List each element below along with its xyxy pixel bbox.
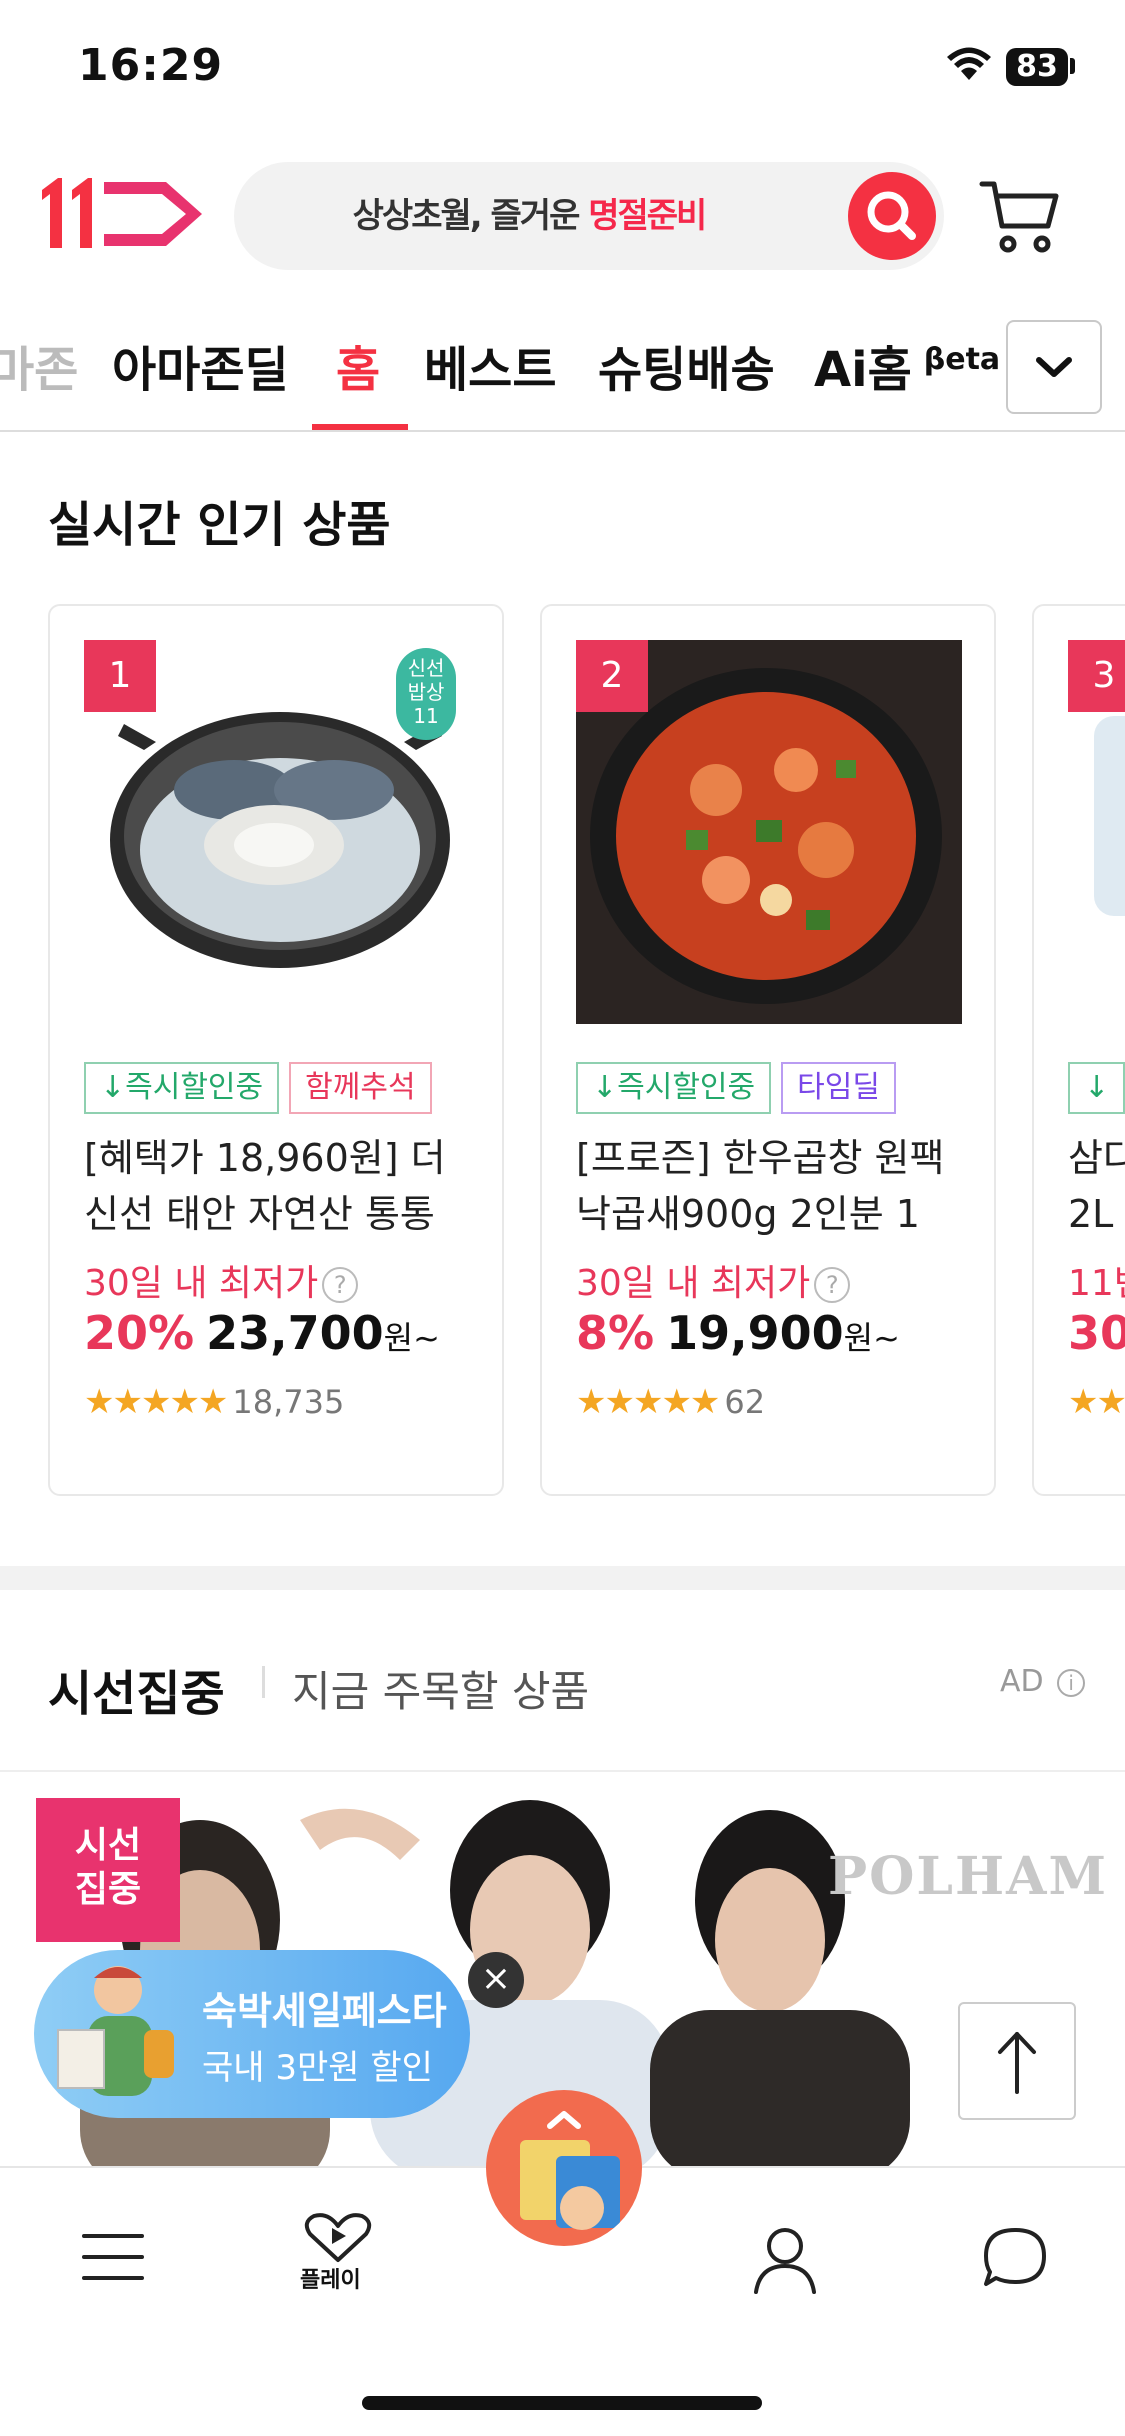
product-name[interactable]: [프로즌] 한우곱창 원팩 낙곱새900g 2인분 1 xyxy=(576,1130,972,1242)
product-rating: ★★★★★ 62 xyxy=(576,1382,765,1422)
section-line xyxy=(0,1770,1125,1772)
close-icon[interactable]: × xyxy=(468,1952,524,2008)
help-icon[interactable]: ? xyxy=(814,1267,851,1303)
search-icon xyxy=(867,191,916,240)
product-badges: ↓ xyxy=(1068,1062,1125,1114)
product-price: 8% 19,900원~ xyxy=(576,1306,900,1360)
review-count: 18,735 xyxy=(232,1383,345,1421)
recent-products-button[interactable] xyxy=(486,2090,642,2246)
search-placeholder[interactable]: 상상초월, 즐거운 명절준비 xyxy=(234,162,824,270)
product-badges: ↓즉시할인중 함께추석 xyxy=(84,1062,442,1114)
section-title-focus: 시선집중 xyxy=(48,1666,225,1722)
lowest-price-label: 30일 내 최저가? xyxy=(576,1254,851,1306)
status-time: 16:29 xyxy=(78,40,224,91)
price-value: 23,700 xyxy=(206,1306,384,1360)
section-subtitle: 지금 주목할 상품 xyxy=(292,1667,590,1716)
discount-rate: 20% xyxy=(84,1306,195,1360)
chevron-down-icon xyxy=(1036,357,1072,377)
instant-discount-badge: ↓즉시할인중 xyxy=(84,1062,280,1114)
title-separator xyxy=(262,1666,265,1698)
discount-rate: 30 xyxy=(1068,1306,1125,1360)
search-bar[interactable]: 상상초월, 즐거운 명절준비 xyxy=(234,162,944,270)
battery-tip xyxy=(1070,58,1075,74)
focus-tag-line2: 집중 xyxy=(74,1869,142,1910)
tab-best[interactable]: 베스트 xyxy=(424,330,556,400)
promo-badge: 함께추석 xyxy=(289,1062,432,1114)
tab-ai-home[interactable]: Ai홈 βeta xyxy=(814,330,1000,400)
cart-icon[interactable] xyxy=(978,178,1062,256)
category-tabs: 마존 아마존딜 홈 베스트 슈팅배송 Ai홈 βeta xyxy=(0,300,1125,432)
star-rating-icon: ★★★★★ xyxy=(576,1382,720,1422)
instant-discount-badge: ↓ xyxy=(1068,1062,1125,1114)
ad-text: AD xyxy=(1000,1664,1044,1699)
tab-amazon-partial[interactable]: 마존 xyxy=(0,330,78,400)
status-bar: 16:29 83 xyxy=(0,0,1125,140)
lowest-price-label: 11번 xyxy=(1068,1263,1125,1304)
tabs-edge xyxy=(1100,300,1125,430)
wifi-icon xyxy=(947,47,991,80)
product-badges: ↓즉시할인중 타임딜 xyxy=(576,1062,906,1114)
search-placeholder-text: 상상초월, 즐거운 xyxy=(352,196,589,236)
play-icon[interactable] xyxy=(298,2212,378,2264)
product-price: 20% 23,700원~ xyxy=(84,1306,440,1360)
section-title-popular: 실시간 인기 상품 xyxy=(48,497,391,553)
chat-icon[interactable] xyxy=(982,2224,1048,2290)
promo-title: 숙박세일페스타 xyxy=(202,1989,447,2033)
price-value: 19,900 xyxy=(666,1306,844,1360)
menu-icon[interactable] xyxy=(80,2224,146,2290)
price-unit: 원~ xyxy=(383,1319,440,1357)
tabs-expand-button[interactable] xyxy=(1006,320,1102,414)
timedeal-badge: 타임딜 xyxy=(781,1062,896,1114)
product-name[interactable]: [혜택가 18,960원] 더 신선 태안 자연산 통통 xyxy=(84,1130,480,1242)
help-icon[interactable]: ? xyxy=(322,1267,359,1303)
product-price: 30 xyxy=(1068,1306,1125,1360)
traveler-illustration xyxy=(57,1966,174,2096)
product-rating: ★★ xyxy=(1068,1382,1125,1422)
search-placeholder-highlight: 명절준비 xyxy=(588,196,707,236)
promo-subtitle: 국내 3만원 할인 xyxy=(202,2048,433,2088)
promo-floating-banner[interactable]: 숙박세일페스타 국내 3만원 할인 xyxy=(34,1950,470,2118)
lowest-price-text: 30일 내 최저가 xyxy=(576,1263,811,1304)
star-rating-icon: ★★★★★ xyxy=(84,1382,228,1422)
product-rating: ★★★★★ 18,735 xyxy=(84,1382,344,1422)
product-card[interactable]: 2 ↓즉시할인중 타임딜 [프로즌] 한우곱창 원팩 낙곱새900g 2인분 1 … xyxy=(540,604,996,1496)
rank-badge: 1 xyxy=(84,640,156,712)
chevron-up-icon xyxy=(520,2111,620,2230)
tab-shooting-delivery[interactable]: 슈팅배송 xyxy=(598,330,775,400)
tab-ai-home-label: Ai홈 xyxy=(814,342,912,398)
lowest-price-label: 30일 내 최저가? xyxy=(84,1254,359,1306)
star-rating-icon: ★★ xyxy=(1068,1382,1125,1422)
active-tab-indicator xyxy=(312,424,408,430)
scroll-top-button[interactable] xyxy=(958,2002,1076,2120)
lowest-price-text: 30일 내 최저가 xyxy=(84,1263,319,1304)
focus-tag: 시선 집중 xyxy=(36,1798,180,1942)
product-name[interactable]: 삼다 2L xyxy=(1068,1130,1125,1242)
discount-rate: 8% xyxy=(576,1306,655,1360)
brand-logo: POLHAM xyxy=(828,1846,1108,1907)
instant-discount-badge: ↓즉시할인중 xyxy=(576,1062,772,1114)
profile-icon[interactable] xyxy=(750,2224,820,2294)
section-divider xyxy=(0,1566,1125,1590)
focus-tag-line1: 시선 xyxy=(74,1825,142,1866)
product-card[interactable]: 3 ↓ 삼다 2L 11번 30 ★★ xyxy=(1032,604,1125,1496)
tab-home[interactable]: 홈 xyxy=(336,330,380,400)
11st-logo[interactable] xyxy=(38,172,208,254)
tab-amazon-deal[interactable]: 아마존딜 xyxy=(112,330,289,400)
arrow-up-icon xyxy=(998,2032,1036,2094)
play-label: 플레이 xyxy=(300,2268,361,2293)
price-unit: 원~ xyxy=(843,1319,900,1357)
home-indicator xyxy=(362,2396,762,2410)
ad-label[interactable]: AD i xyxy=(1000,1664,1086,1699)
water-bottle-image[interactable] xyxy=(1094,716,1125,916)
search-button[interactable] xyxy=(848,172,936,260)
info-icon: i xyxy=(1057,1668,1086,1697)
rank-badge: 3 xyxy=(1068,640,1125,712)
fresh-table-badge: 신선 밥상 11 xyxy=(396,648,456,740)
rank-badge: 2 xyxy=(576,640,648,712)
battery-indicator: 83 xyxy=(1006,48,1068,86)
review-count: 62 xyxy=(724,1383,766,1421)
tab-beta-tag: βeta xyxy=(923,342,1001,377)
